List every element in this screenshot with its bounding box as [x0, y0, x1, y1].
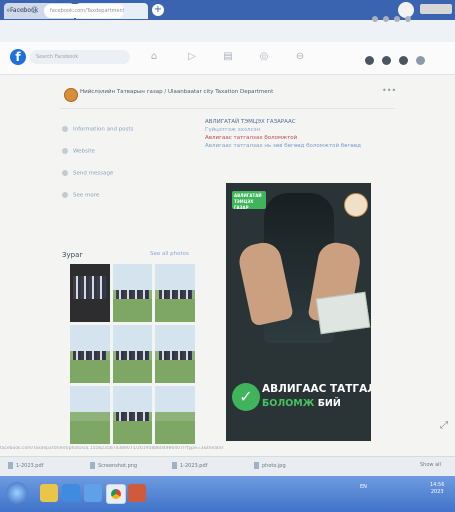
watch-icon[interactable]: ▷ — [186, 51, 198, 63]
clock-time: 14:56 — [430, 482, 445, 488]
messenger-icon[interactable] — [382, 56, 391, 65]
photo-thumbnail[interactable] — [112, 264, 153, 322]
file-icon — [172, 462, 177, 469]
globe-icon — [62, 148, 68, 154]
post-hashtags-link[interactable]: Авлигаас татгалзах нь зөв бөгөөд боломжт… — [205, 142, 400, 150]
download-name: Screenshot.png — [98, 463, 138, 469]
left-link-website[interactable]: Website — [62, 148, 95, 158]
show-all-downloads-link[interactable]: Show all — [420, 462, 441, 468]
page-logo-icon[interactable] — [64, 88, 78, 102]
download-item[interactable]: photo.jpg — [254, 462, 286, 469]
extension-icon[interactable] — [383, 16, 389, 22]
post-line: Авлигаас татгалзах боломжтой — [205, 135, 298, 141]
photos-title: Зураг — [62, 251, 84, 259]
taskbar-app-icon[interactable] — [84, 484, 102, 502]
forward-icon[interactable]: → — [16, 5, 28, 17]
download-item[interactable]: 1-2023.pdf — [8, 462, 43, 469]
photo-thumbnail[interactable] — [155, 325, 195, 383]
photo-thumbnail[interactable] — [112, 325, 153, 383]
status-url: facebook.com/Taxdepartment/photos/a.1558… — [0, 446, 224, 451]
left-link-message[interactable]: Send message — [62, 170, 113, 180]
url-field[interactable]: facebook.com/Taxdepartment — [44, 4, 124, 18]
download-item[interactable]: 1-2023.pdf — [172, 462, 207, 469]
check-icon: ✓ — [232, 383, 260, 411]
start-button-icon[interactable] — [6, 482, 28, 504]
expand-icon[interactable]: ⤢ — [440, 420, 448, 431]
gaming-icon[interactable]: ⊖ — [294, 51, 306, 63]
left-link-label: See more — [73, 192, 100, 199]
browser-extension-icons[interactable] — [372, 7, 442, 22]
photo-thumbnail[interactable] — [70, 264, 110, 322]
groups-icon[interactable]: ◎ — [258, 51, 270, 63]
avatar[interactable] — [416, 56, 425, 65]
photo-thumbnail[interactable] — [70, 386, 110, 444]
left-link-label: Website — [73, 148, 95, 155]
left-link-label: Send message — [73, 170, 114, 177]
info-icon — [62, 126, 68, 132]
clock-date: 2023 — [430, 489, 444, 495]
poster-brand-logo: АВЛИГАТАЙ ТЭМЦЭХ ГАЗАР — [232, 191, 266, 210]
marketplace-icon[interactable]: ▤ — [222, 51, 234, 63]
photo-thumbnail[interactable] — [112, 386, 153, 444]
download-name: 1-2023.pdf — [180, 463, 208, 469]
clock[interactable]: 14:56 2023 — [430, 482, 444, 496]
taskbar-app-icon[interactable] — [128, 484, 146, 502]
more-options-button[interactable]: ••• — [382, 86, 396, 95]
file-icon — [254, 462, 259, 469]
poster-emblem-icon — [344, 193, 368, 217]
post-line: АВЛИГАТАЙ ТЭМЦЭХ ГАЗАРААС — [205, 119, 296, 125]
left-link-more[interactable]: See more — [62, 192, 99, 202]
address-bar — [0, 20, 455, 43]
message-icon — [62, 170, 68, 176]
photo-thumbnail[interactable] — [70, 325, 110, 383]
page-title[interactable]: Нийслэлийн Татварын газар / Ulaanbaatar … — [80, 89, 370, 95]
menu-grid-icon[interactable] — [365, 56, 374, 65]
left-link-label: Information and posts — [73, 126, 134, 133]
download-name: photo.jpg — [262, 463, 286, 469]
poster-headline: АВЛИГААС ТАТГАЛЗАХ — [262, 383, 371, 395]
post-line: Гүйцэтгэж эхэлсэн — [205, 127, 261, 133]
facebook-search-input[interactable]: Search Facebook — [30, 50, 130, 64]
extension-icon[interactable] — [394, 16, 400, 22]
poster-subheadline-white: БИЙ — [317, 398, 341, 409]
photo-thumbnail[interactable] — [155, 264, 195, 322]
system-tray[interactable]: EN — [360, 484, 367, 490]
download-item[interactable]: Screenshot.png — [90, 462, 137, 469]
file-explorer-icon[interactable] — [40, 484, 58, 502]
photo-thumbnail[interactable] — [155, 386, 195, 444]
see-all-photos-link[interactable]: See all photos — [150, 251, 189, 257]
facebook-account-icons[interactable] — [365, 50, 450, 65]
back-icon[interactable]: ← — [4, 5, 16, 17]
facebook-logo-icon[interactable]: f — [10, 49, 26, 65]
post-image-poster[interactable]: АВЛИГАТАЙ ТЭМЦЭХ ГАЗАР ✓ АВЛИГААС ТАТГАЛ… — [226, 183, 371, 441]
menu-icon[interactable] — [405, 16, 411, 22]
post-text: АВЛИГАТАЙ ТЭМЦЭХ ГАЗАРААС Гүйцэтгэж эхэл… — [205, 118, 400, 150]
photo-grid — [70, 264, 195, 444]
file-icon — [8, 462, 13, 469]
poster-subheadline-green: БОЛОМЖ — [262, 398, 315, 409]
download-name: 1-2023.pdf — [16, 463, 44, 469]
home-icon[interactable]: ⌂ — [148, 51, 160, 63]
header-divider — [60, 108, 395, 109]
file-icon — [90, 462, 95, 469]
new-tab-button[interactable]: + — [152, 4, 164, 16]
poster-subheadline: БОЛОМЖ БИЙ — [262, 398, 341, 409]
internet-explorer-icon[interactable] — [62, 484, 80, 502]
notifications-icon[interactable] — [399, 56, 408, 65]
left-link-info[interactable]: Information and posts — [62, 126, 133, 136]
poster-money — [315, 291, 371, 335]
chrome-icon[interactable] — [106, 484, 126, 504]
star-icon[interactable] — [372, 16, 378, 22]
more-icon — [62, 192, 68, 198]
reload-icon[interactable]: C — [28, 5, 40, 17]
downloads-bar — [0, 456, 455, 477]
